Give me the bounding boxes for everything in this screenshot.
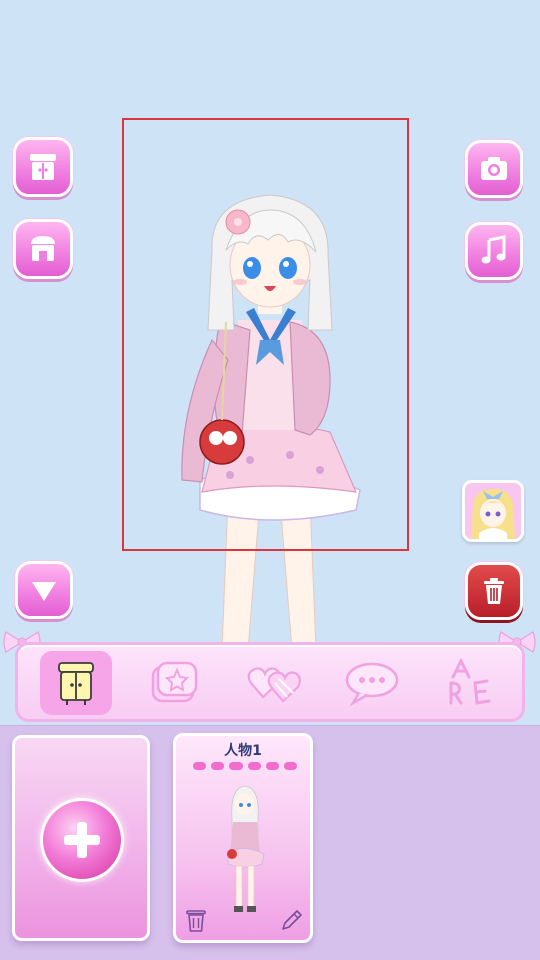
music-button[interactable] <box>465 222 523 280</box>
progress-dots <box>193 762 298 772</box>
category-toolbar <box>15 642 525 722</box>
progress-dot <box>247 762 261 770</box>
selection-frame <box>122 118 409 551</box>
slot-delete-button[interactable] <box>182 906 210 934</box>
tab-wardrobe[interactable] <box>40 651 112 715</box>
plus-icon <box>64 822 100 858</box>
camera-button[interactable] <box>465 140 523 198</box>
letters-icon <box>449 657 491 705</box>
triangle-down-icon <box>32 582 56 601</box>
character-slot-preview <box>227 785 265 912</box>
collapse-button[interactable] <box>15 561 73 619</box>
tab-letters[interactable] <box>436 651 508 715</box>
music-note-icon <box>481 235 506 264</box>
character-portrait <box>465 483 521 539</box>
star-frame-icon <box>151 661 198 703</box>
shop-icon <box>31 236 55 261</box>
wardrobe-button[interactable] <box>13 137 73 197</box>
character-slot-name: 人物1 <box>224 743 262 759</box>
progress-dot <box>211 762 225 770</box>
preset-thumbnail-button[interactable] <box>462 480 524 542</box>
camera-icon <box>481 157 507 180</box>
add-character-card[interactable] <box>12 735 150 941</box>
trash-icon <box>186 910 206 932</box>
delete-button[interactable] <box>465 562 523 620</box>
wardrobe-icon <box>58 662 94 705</box>
trash-icon <box>484 578 504 604</box>
progress-dot <box>229 762 243 770</box>
pencil-icon <box>282 910 302 930</box>
character-slot-card[interactable]: 人物1 <box>173 733 313 943</box>
wardrobe-icon <box>30 154 56 180</box>
speech-bubble-icon <box>345 662 399 707</box>
shop-button[interactable] <box>13 219 73 279</box>
add-character-button[interactable] <box>40 798 124 882</box>
tab-star-frame[interactable] <box>138 651 210 715</box>
tab-hearts[interactable] <box>238 651 310 715</box>
tab-speech[interactable] <box>336 651 408 715</box>
hearts-icon <box>247 667 302 703</box>
progress-dot <box>265 762 279 770</box>
progress-dot <box>193 762 207 770</box>
progress-dot <box>283 762 298 770</box>
slot-edit-button[interactable] <box>278 906 306 934</box>
